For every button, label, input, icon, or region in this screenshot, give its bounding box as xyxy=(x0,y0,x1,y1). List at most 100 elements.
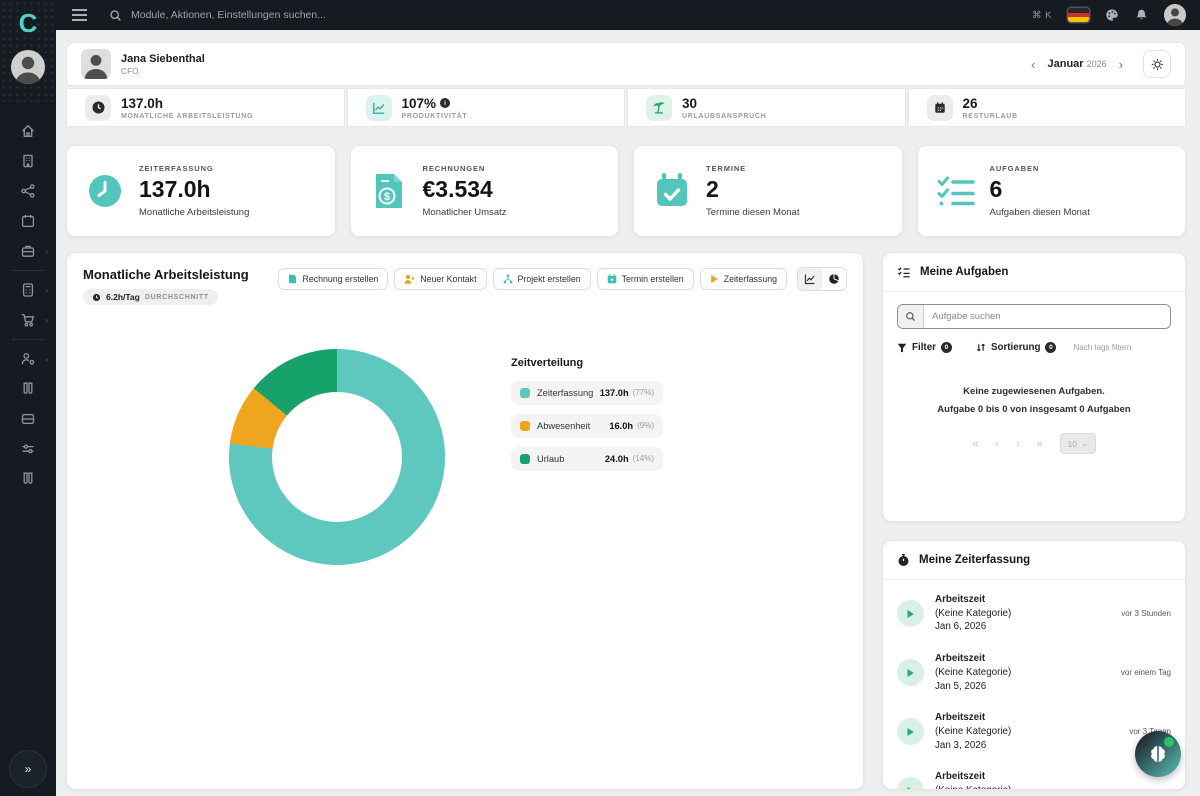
legend-item-urlaub[interactable]: Urlaub 24.0h (14%) xyxy=(511,447,663,471)
cart-icon xyxy=(20,312,36,328)
play-circle-icon[interactable] xyxy=(897,659,924,686)
donut-chart-wrap xyxy=(229,349,445,565)
legend-swatch xyxy=(520,454,530,464)
entry-timestamp: vor 3 Stunden xyxy=(1121,609,1171,618)
sidebar-item-network[interactable] xyxy=(8,176,48,206)
sidebar-item-home[interactable] xyxy=(8,116,48,146)
last-page-button[interactable]: » xyxy=(1037,438,1043,450)
sidebar-item-calendar[interactable] xyxy=(8,206,48,236)
avatar-image xyxy=(1164,4,1186,26)
card-category: AUFGABEN xyxy=(990,164,1090,173)
create-invoice-button[interactable]: Rechnung erstellen xyxy=(278,268,388,290)
svg-text:$: $ xyxy=(383,191,389,203)
sidebar-item-procurement[interactable]: › xyxy=(8,305,48,335)
new-contact-button[interactable]: Neuer Kontakt xyxy=(394,268,486,290)
dashboard-settings-button[interactable] xyxy=(1143,50,1171,78)
create-project-button[interactable]: Projekt erstellen xyxy=(493,268,591,290)
sidebar-top: C xyxy=(0,0,56,102)
invoice-icon: $ xyxy=(369,171,409,211)
user-avatar[interactable] xyxy=(1164,4,1186,26)
sidebar-item-lab-secondary[interactable] xyxy=(8,464,48,494)
chart-type-toggle xyxy=(797,267,847,291)
chevron-right-icon: › xyxy=(45,316,48,325)
timetracking-entry[interactable]: Arbeitszeit (Keine Kategorie) Jan 5, 202… xyxy=(883,643,1185,702)
month-label: Januar xyxy=(1047,58,1083,70)
sidebar-item-company[interactable] xyxy=(8,146,48,176)
prev-page-button[interactable]: ‹ xyxy=(995,438,999,450)
stats-strip: 137.0h MONATLICHE ARBEITSLEISTUNG 107%i … xyxy=(66,88,1186,127)
play-circle-icon[interactable] xyxy=(897,600,924,627)
chevron-right-icon: › xyxy=(45,355,48,364)
first-page-button[interactable]: « xyxy=(972,438,978,450)
stat-label: PRODUKTIVITÄT xyxy=(402,113,468,120)
notifications-bell-icon[interactable] xyxy=(1135,8,1148,22)
card-subtitle: Monatliche Arbeitsleistung xyxy=(139,207,249,218)
task-search xyxy=(897,304,1171,329)
card-subtitle: Aufgaben diesen Monat xyxy=(990,207,1090,218)
pie-chart-toggle[interactable] xyxy=(822,268,846,290)
info-icon[interactable]: i xyxy=(440,98,450,108)
sidebar-item-lab[interactable] xyxy=(8,374,48,404)
line-chart-icon xyxy=(804,273,816,285)
sidebar-item-hr[interactable]: › xyxy=(8,344,48,374)
stat-label: RESTURLAUB xyxy=(963,113,1018,120)
card-zeiterfassung[interactable]: ZEITERFASSUNG 137.0h Monatliche Arbeitsl… xyxy=(66,145,336,237)
profile-identity: Jana Siebenthal CFO xyxy=(121,53,205,76)
global-search-input[interactable] xyxy=(131,9,551,21)
filter-button[interactable]: Filter 0 xyxy=(897,342,952,353)
create-appointment-button[interactable]: Termin erstellen xyxy=(597,268,694,290)
app-logo[interactable]: C xyxy=(9,6,47,40)
my-tasks-panel: Meine Aufgaben Filter 0 xyxy=(882,252,1186,522)
month-navigator: ‹ Januar 2026 › xyxy=(1029,57,1125,72)
work-performance-chart-card: Monatliche Arbeitsleistung 6.2h/Tag DURC… xyxy=(66,252,864,790)
home-icon xyxy=(20,123,36,139)
topbar: ⌘ K xyxy=(56,0,1200,30)
tags-filter[interactable]: Nach tags filtern xyxy=(1073,343,1131,352)
profile-avatar[interactable] xyxy=(81,49,111,79)
list-check-icon xyxy=(897,265,911,279)
keyboard-shortcut-hint: ⌘ K xyxy=(1032,10,1052,21)
sidebar-item-modules[interactable] xyxy=(8,404,48,434)
assistant-fab[interactable] xyxy=(1135,731,1181,777)
menu-icon[interactable] xyxy=(72,9,87,21)
legend-item-abwesenheit[interactable]: Abwesenheit 16.0h (9%) xyxy=(511,414,663,438)
task-search-input[interactable] xyxy=(924,305,1170,328)
sort-button[interactable]: Sortierung 0 xyxy=(976,342,1057,353)
page-size-select[interactable]: 10 ⌄ xyxy=(1060,433,1096,454)
topbar-right: ⌘ K xyxy=(1032,4,1186,26)
user-header-card: Jana Siebenthal CFO ‹ Januar 2026 › xyxy=(66,42,1186,86)
play-circle-icon[interactable] xyxy=(897,777,924,790)
sidebar: C › › › xyxy=(0,0,56,796)
summary-cards: ZEITERFASSUNG 137.0h Monatliche Arbeitsl… xyxy=(66,145,1186,237)
chart-legend: Zeitverteilung Zeiterfassung 137.0h (77%… xyxy=(511,357,663,565)
card-aufgaben[interactable]: AUFGABEN 6 Aufgaben diesen Monat xyxy=(917,145,1187,237)
next-month-button[interactable]: › xyxy=(1117,57,1125,72)
legend-swatch xyxy=(520,388,530,398)
card-subtitle: Termine diesen Monat xyxy=(706,207,799,218)
global-search[interactable] xyxy=(109,9,1032,22)
time-tracking-button[interactable]: Zeiterfassung xyxy=(700,268,787,290)
legend-title: Zeitverteilung xyxy=(511,357,663,369)
sidebar-avatar[interactable] xyxy=(11,50,45,84)
sidebar-expand-button[interactable]: » xyxy=(9,750,47,788)
search-icon xyxy=(109,9,122,22)
card-rechnungen[interactable]: $ RECHNUNGEN €3.534 Monatlicher Umsatz xyxy=(350,145,620,237)
average-value: 6.2h/Tag xyxy=(106,292,140,302)
theme-palette-icon[interactable] xyxy=(1105,8,1119,22)
next-page-button[interactable]: › xyxy=(1016,438,1020,450)
line-chart-toggle[interactable] xyxy=(798,268,822,290)
timetracking-entry[interactable]: Arbeitszeit (Keine Kategorie) Jan 6, 202… xyxy=(883,584,1185,643)
user-plus-icon xyxy=(404,274,415,284)
checklist-icon xyxy=(936,171,976,211)
language-flag-german[interactable] xyxy=(1068,8,1089,22)
play-circle-icon[interactable] xyxy=(897,718,924,745)
average-caption: DURCHSCHNITT xyxy=(145,294,209,301)
sidebar-item-invoices[interactable]: › xyxy=(8,275,48,305)
card-termine[interactable]: TERMINE 2 Termine diesen Monat xyxy=(633,145,903,237)
layout-rows-icon xyxy=(20,411,36,427)
legend-item-zeiterfassung[interactable]: Zeiterfassung 137.0h (77%) xyxy=(511,381,663,405)
sidebar-item-projects[interactable]: › xyxy=(8,236,48,266)
calendar-plus-icon xyxy=(607,274,617,284)
prev-month-button[interactable]: ‹ xyxy=(1029,57,1037,72)
sidebar-item-settings[interactable] xyxy=(8,434,48,464)
